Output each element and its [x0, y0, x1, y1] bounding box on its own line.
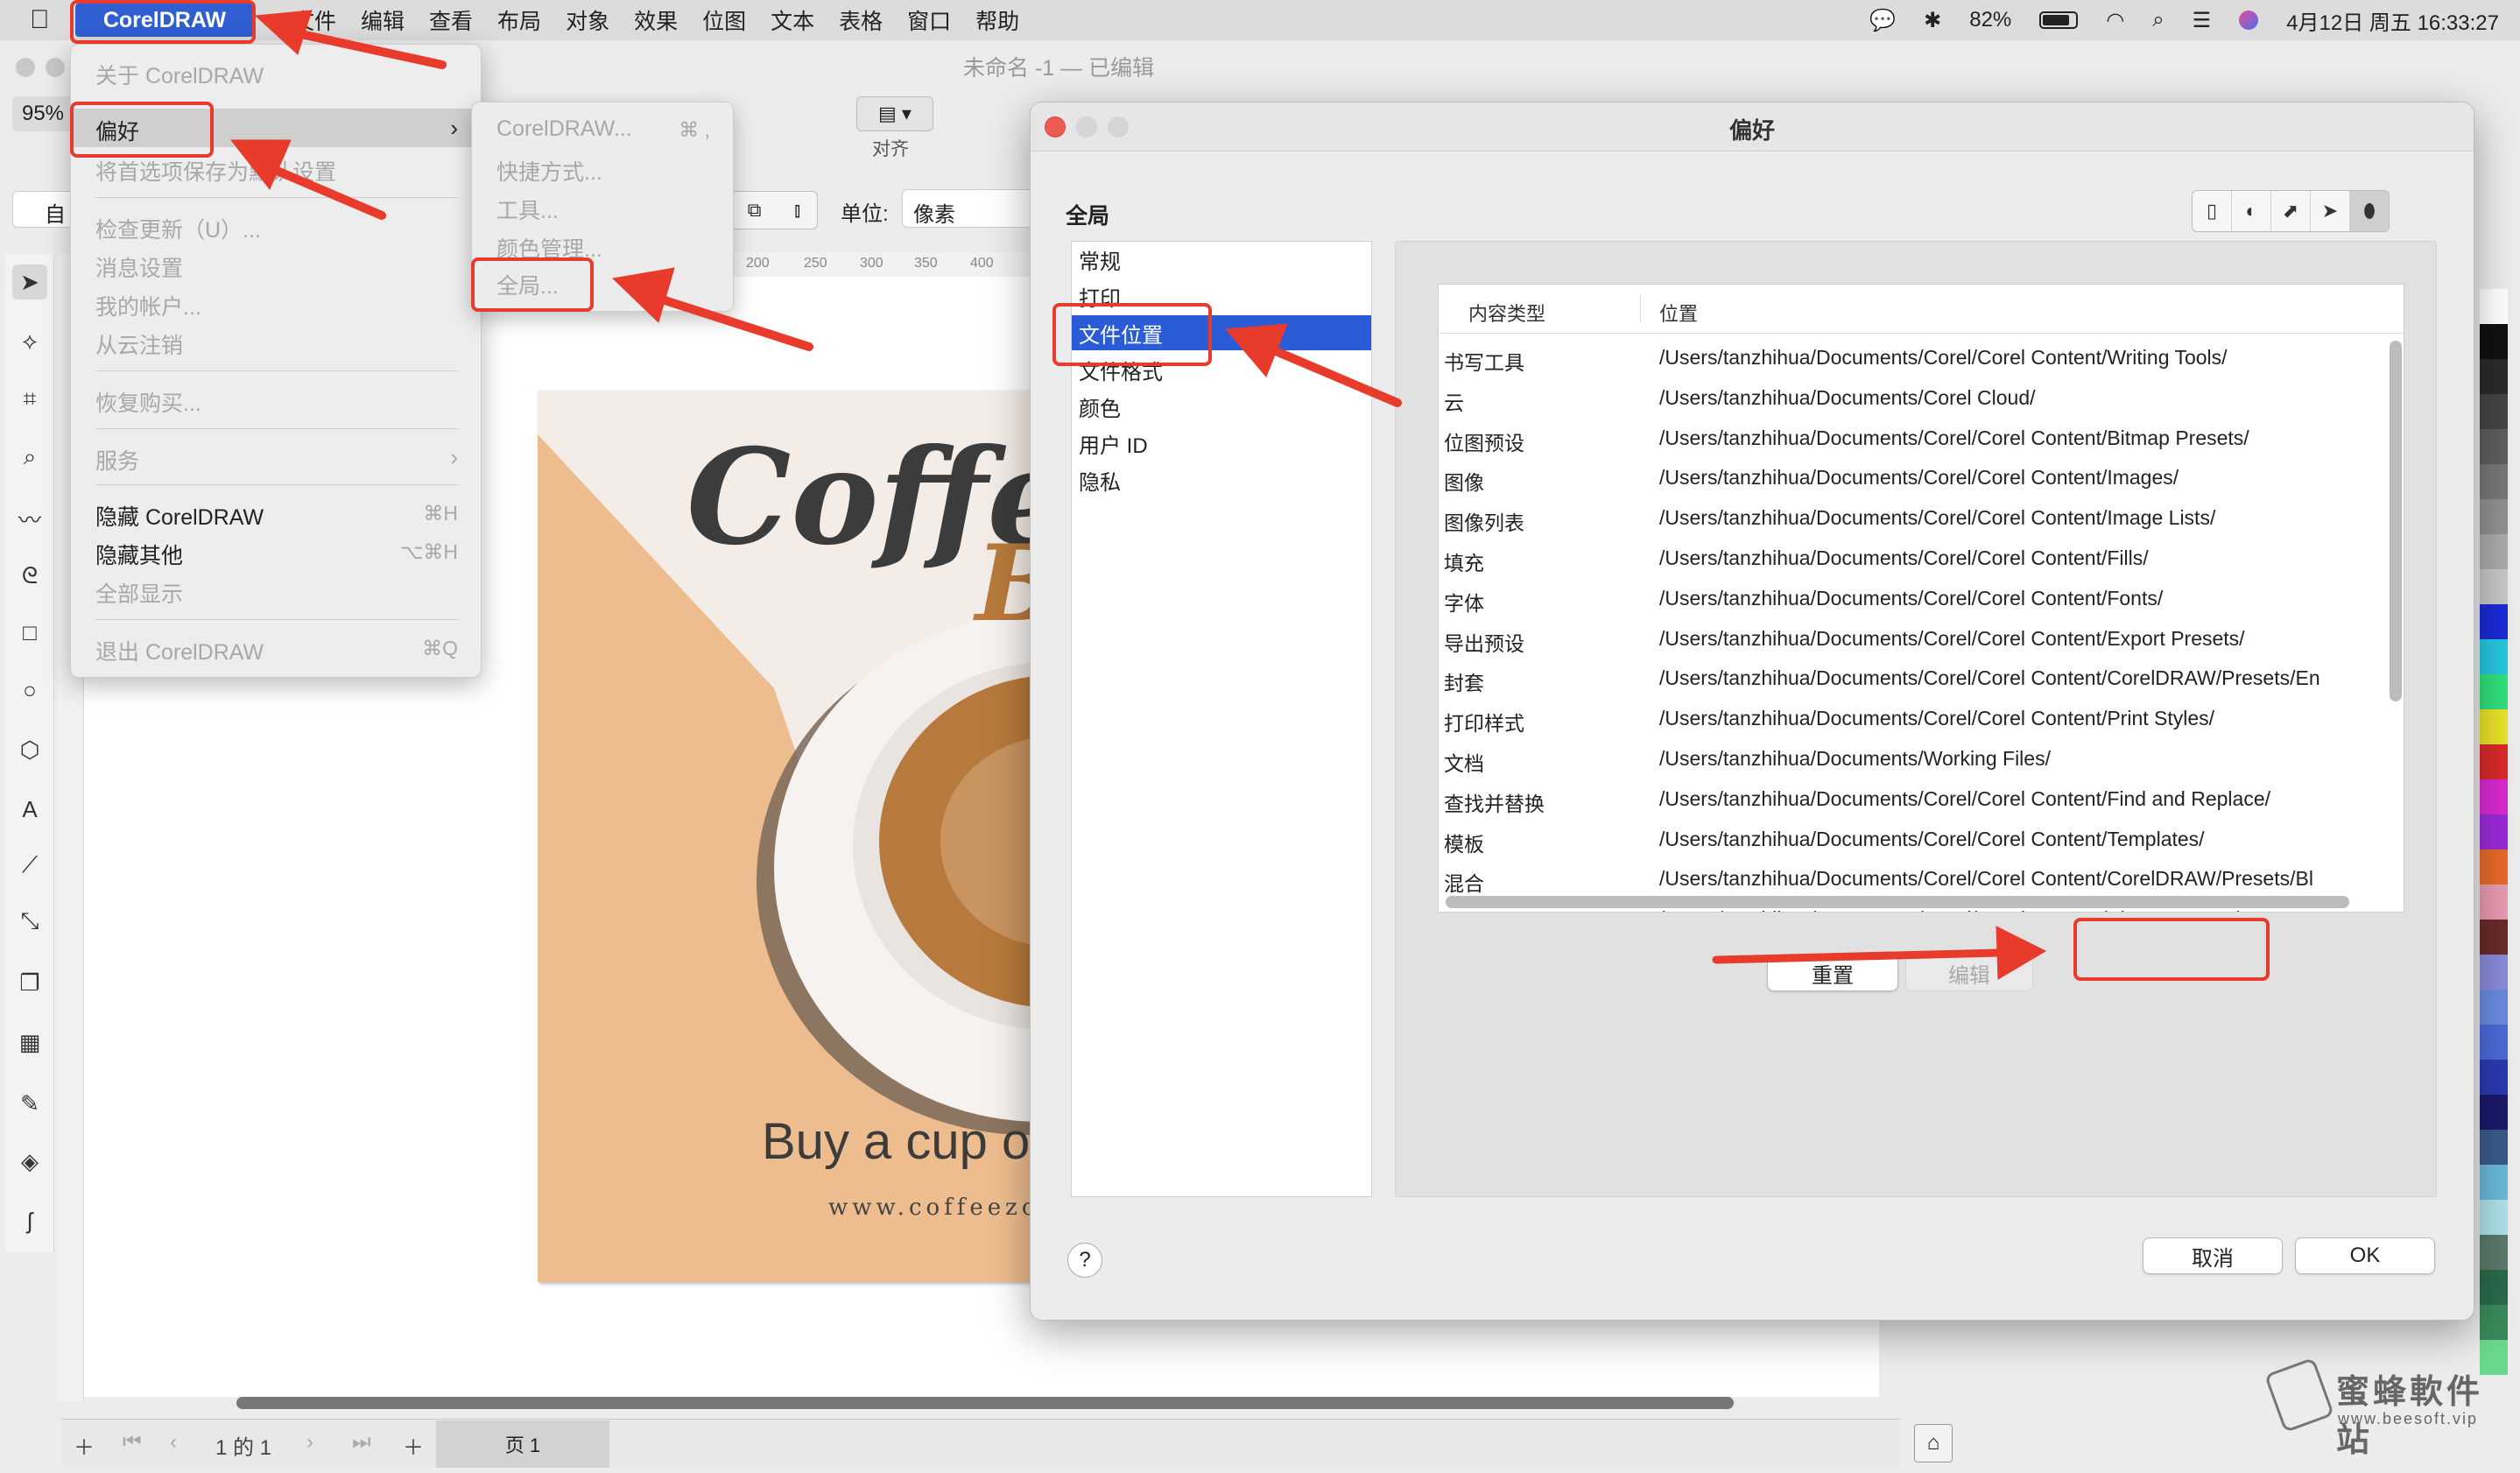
annotation-arrow	[258, 160, 386, 220]
annotation-arrowhead	[254, 10, 313, 55]
annotation-arrow	[652, 293, 813, 351]
watermark: 蜜蜂軟件站 www.beesoft.vip	[2263, 1356, 2509, 1461]
annotation-arrowhead	[611, 267, 675, 323]
annotation-arrow	[1265, 344, 1402, 407]
annotation-arrow	[1712, 948, 2004, 964]
annotation-arrowhead	[1996, 926, 2047, 980]
annotation-arrows	[229, 10, 2047, 980]
watermark-logo-icon	[2263, 1357, 2335, 1434]
annotation-arrow	[285, 27, 447, 69]
watermark-url: www.beesoft.vip	[2338, 1410, 2479, 1427]
annotation-arrowhead	[229, 139, 292, 190]
